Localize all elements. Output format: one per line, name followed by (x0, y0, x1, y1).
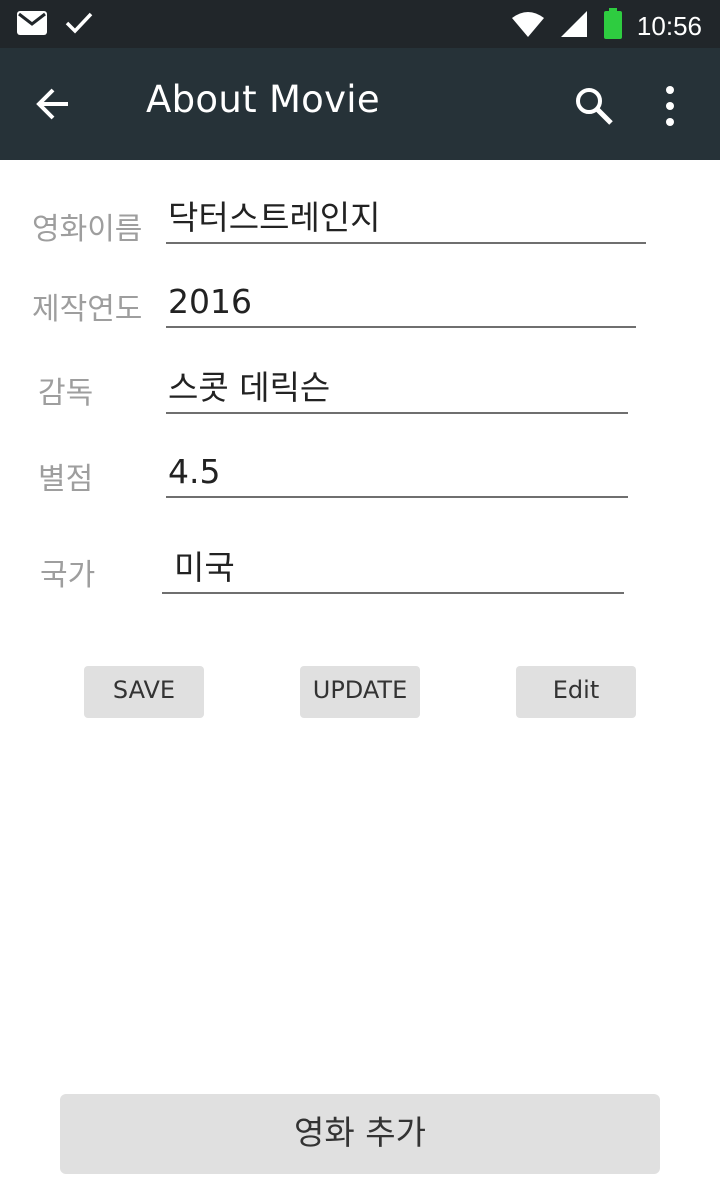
movie-name-field[interactable]: 닥터스트레인지 (166, 196, 646, 244)
country-field[interactable]: 미국 (162, 546, 624, 594)
status-time: 10:56 (636, 10, 702, 41)
movie-name-row: 영화이름 닥터스트레인지 (0, 196, 720, 266)
page-title: About Movie (146, 78, 380, 121)
edit-button[interactable]: Edit (516, 666, 636, 718)
year-label: 제작연도 (32, 292, 143, 327)
update-button[interactable]: UPDATE (300, 666, 420, 718)
mail-icon (16, 10, 48, 40)
wifi-icon (511, 10, 545, 42)
movie-name-label: 영화이름 (32, 212, 143, 247)
more-vert-icon[interactable] (654, 84, 686, 128)
rating-label: 별점 (38, 462, 94, 497)
year-field[interactable]: 2016 (166, 280, 636, 328)
battery-icon (603, 8, 623, 44)
signal-icon (559, 9, 589, 43)
back-arrow-icon[interactable] (34, 84, 74, 124)
add-movie-button[interactable]: 영화 추가 (60, 1094, 660, 1174)
status-bar: 10:56 (0, 0, 720, 48)
director-label: 감독 (38, 376, 94, 411)
country-label: 국가 (40, 558, 96, 593)
check-icon (64, 10, 94, 40)
save-button[interactable]: SAVE (84, 666, 204, 718)
search-icon[interactable] (572, 84, 616, 128)
rating-row: 별점 4.5 (0, 450, 720, 520)
app-bar: About Movie (0, 48, 720, 160)
director-field[interactable]: 스콧 데릭슨 (166, 366, 628, 414)
year-row: 제작연도 2016 (0, 280, 720, 350)
country-row: 국가 미국 (0, 546, 720, 616)
rating-field[interactable]: 4.5 (166, 450, 628, 498)
director-row: 감독 스콧 데릭슨 (0, 366, 720, 436)
